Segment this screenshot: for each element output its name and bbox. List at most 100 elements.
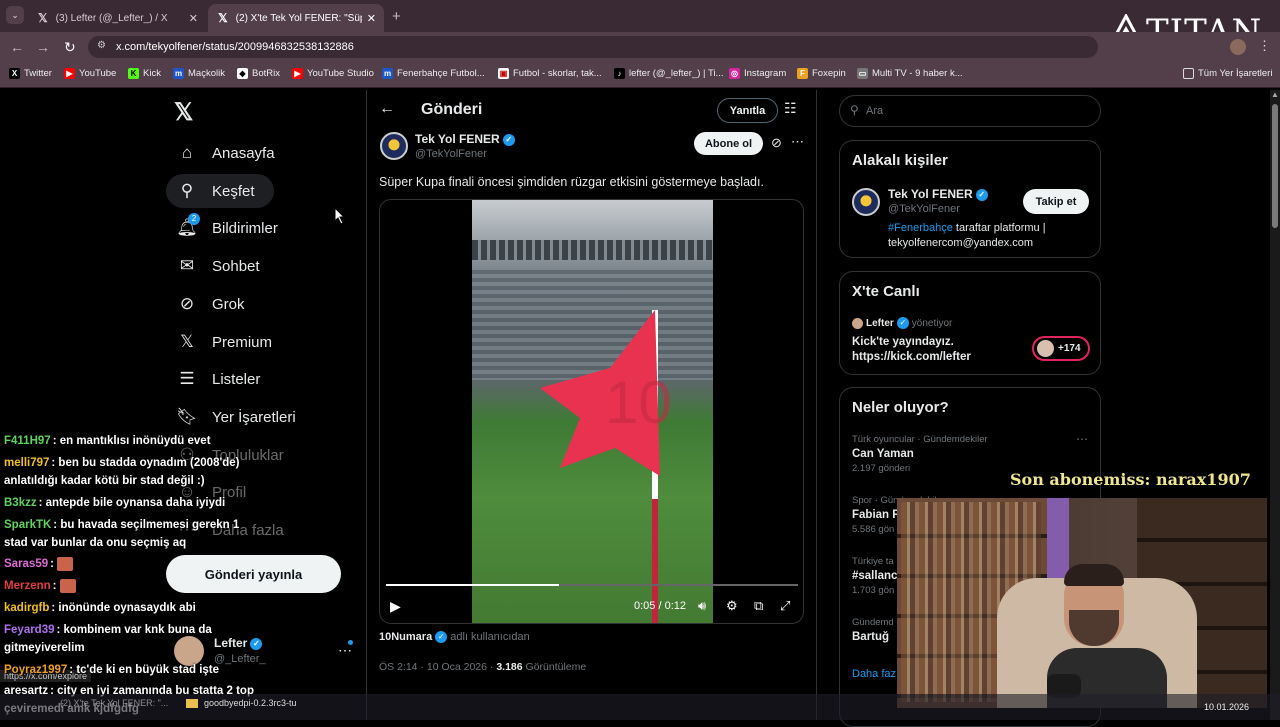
new-tab-button[interactable]: + bbox=[392, 8, 401, 25]
all-bookmarks-folder[interactable]: Tüm Yer İşaretleri bbox=[1183, 68, 1272, 79]
bookmark-foxepin[interactable]: F Foxepin bbox=[797, 68, 846, 79]
nav-label: Grok bbox=[212, 295, 245, 313]
webcam-feed bbox=[897, 498, 1267, 708]
trend-item[interactable]: Gündemd Bartuğ bbox=[852, 617, 894, 643]
instagram-icon: ◎ bbox=[729, 68, 740, 79]
bookmark-futbol-skorlar[interactable]: ▣ Futbol - skorlar, tak... bbox=[498, 68, 602, 79]
bookmark-instagram[interactable]: ◎ Instagram bbox=[729, 68, 786, 79]
home-icon: ⌂ bbox=[181, 143, 193, 162]
credit-user[interactable]: 10Numara bbox=[379, 631, 432, 643]
show-more-link[interactable]: Daha faz bbox=[852, 668, 896, 680]
nav-premium[interactable]: 𝕏 Premium bbox=[166, 325, 282, 359]
bookmark-label: Instagram bbox=[744, 68, 787, 79]
picture-in-picture-icon[interactable]: ⧉ bbox=[754, 598, 763, 614]
tab-lefter-profile[interactable]: 𝕏 (3) Lefter (@_Lefter_) / X ✕ bbox=[28, 4, 206, 32]
nav-label: Listeler bbox=[212, 370, 261, 388]
related-title: Alakalı kişiler bbox=[852, 152, 948, 169]
video-player[interactable]: 10 ▶ 0:05 / 0:12 🔊︎ ⚙ ⧉ ⤢ bbox=[379, 199, 804, 624]
tab-label: (3) Lefter (@_Lefter_) / X bbox=[55, 12, 168, 24]
menu-kebab-icon[interactable]: ⋮ bbox=[1258, 38, 1271, 54]
volume-icon[interactable]: 🔊︎ bbox=[698, 598, 706, 614]
close-icon[interactable]: ✕ bbox=[367, 12, 376, 25]
chat-message: Saras59: bbox=[4, 555, 254, 573]
chat-text: : bbox=[50, 558, 54, 570]
nav-lists[interactable]: ☰ Listeler bbox=[166, 362, 270, 396]
bookmark-label: YouTube bbox=[79, 68, 117, 79]
chat-message: F411H97: en mantıklısı inönüydü evet bbox=[4, 432, 254, 450]
nav-label: Bildirimler bbox=[212, 219, 278, 237]
follow-button[interactable]: Takip et bbox=[1023, 189, 1089, 214]
streamer-hair bbox=[1064, 564, 1124, 586]
chat-message: Merzenn: bbox=[4, 577, 254, 595]
search-icon: ⚲ bbox=[180, 181, 194, 200]
related-people-card: Alakalı kişiler Tek Yol FENER ✓ @TekYolFe… bbox=[839, 140, 1101, 258]
bookmark-fenerbahce[interactable]: m Fenerbahçe Futbol... bbox=[382, 68, 485, 79]
grok-explain-icon[interactable]: ⊘ bbox=[771, 135, 782, 151]
scroll-up-icon[interactable]: ▲ bbox=[1271, 90, 1279, 99]
related-name[interactable]: Tek Yol FENER ✓ bbox=[888, 187, 988, 201]
tab-search-button[interactable]: ⌄ bbox=[6, 6, 24, 24]
bookmark-kick[interactable]: K Kick bbox=[128, 68, 161, 79]
live-listeners-pill[interactable]: +174 bbox=[1032, 336, 1090, 361]
scrollbar-thumb[interactable] bbox=[1272, 104, 1278, 228]
play-icon[interactable]: ▶ bbox=[390, 598, 401, 615]
trend-item[interactable]: Türk oyuncular · Gündemdekiler Can Yaman… bbox=[852, 432, 1092, 474]
fenerbahce-icon: m bbox=[382, 68, 393, 79]
trend-item[interactable]: Türkiye ta #sallanc 1.703 gön bbox=[852, 556, 897, 596]
author-avatar[interactable] bbox=[380, 132, 408, 160]
taskbar-item-browser[interactable]: (2) X'te Tek Yol FENER: "... bbox=[60, 698, 168, 708]
bookmark-youtube[interactable]: ▶ YouTube bbox=[64, 68, 116, 79]
nav-home[interactable]: ⌂ Anasayfa bbox=[166, 136, 285, 170]
youtube-studio-icon: ▶ bbox=[292, 68, 303, 79]
bio-hashtag[interactable]: #Fenerbahçe bbox=[888, 222, 953, 234]
related-avatar[interactable] bbox=[852, 188, 880, 216]
bookmark-label: BotRix bbox=[252, 68, 280, 79]
nav-grok[interactable]: ⊘ Grok bbox=[166, 287, 255, 321]
bookmark-twitter[interactable]: X Twitter bbox=[9, 68, 52, 79]
close-icon[interactable]: ✕ bbox=[189, 12, 198, 25]
chat-text: : bbox=[52, 580, 57, 592]
multitv-icon: ▭ bbox=[857, 68, 868, 79]
address-bar[interactable]: ⚙ x.com/tekyolfener/status/2009946832538… bbox=[88, 36, 1098, 58]
author-name[interactable]: Tek Yol FENER ✓ bbox=[415, 132, 515, 146]
x-home-logo[interactable]: 𝕏 bbox=[174, 98, 193, 127]
chat-nick: SparkTK bbox=[4, 519, 52, 531]
taskbar-item-folder[interactable]: goodbyedpi-0.2.3rc3-tu bbox=[186, 698, 297, 708]
forward-arrow-icon[interactable]: → bbox=[36, 39, 50, 55]
listener-avatar bbox=[1037, 340, 1054, 357]
back-arrow-icon[interactable]: ← bbox=[10, 39, 24, 55]
bookmark-youtube-studio[interactable]: ▶ YouTube Studio bbox=[292, 68, 374, 79]
more-dots-icon[interactable]: ⋯ bbox=[1076, 432, 1088, 446]
more-dots-icon[interactable]: ⋯ bbox=[791, 134, 804, 150]
tab-tekyolfener-post[interactable]: 𝕏 (2) X'te Tek Yol FENER: "Süper K ✕ bbox=[208, 4, 384, 32]
author-handle[interactable]: @TekYolFener bbox=[415, 148, 487, 160]
post-timestamp[interactable]: ÖS 2:14 · 10 Oca 2026 · bbox=[379, 661, 493, 673]
bookmark-tiktok[interactable]: ♪ lefter (@_lefter_) | Ti... bbox=[614, 68, 723, 79]
live-host[interactable]: Lefter ✓ yönetiyor bbox=[852, 317, 952, 329]
live-text[interactable]: Kick'te yayındayız. https://kick.com/lef… bbox=[852, 335, 971, 365]
bookmark-botrix[interactable]: ◆ BotRix bbox=[237, 68, 280, 79]
search-input[interactable]: ⚲ Ara bbox=[839, 95, 1101, 127]
bookmark-label: Maçkolik bbox=[188, 68, 225, 79]
filter-settings-icon[interactable]: ☷ bbox=[784, 100, 797, 117]
chat-message: B3kzz: antepde bile oynansa daha iyiydi bbox=[4, 494, 254, 512]
subscribe-button[interactable]: Abone ol bbox=[694, 132, 763, 155]
mackolik-icon: m bbox=[173, 68, 184, 79]
nav-explore[interactable]: ⚲ Keşfet bbox=[166, 174, 274, 208]
bookmark-label: lefter (@_lefter_) | Ti... bbox=[629, 68, 724, 79]
profile-avatar[interactable] bbox=[1230, 39, 1246, 55]
bookmark-mackolik[interactable]: m Maçkolik bbox=[173, 68, 225, 79]
reply-button[interactable]: Yanıtla bbox=[717, 98, 778, 123]
nav-chat[interactable]: ✉ Sohbet bbox=[166, 249, 270, 283]
site-settings-icon[interactable]: ⚙ bbox=[97, 40, 106, 51]
nav-bookmarks[interactable]: 🔖︎ Yer İşaretleri bbox=[166, 400, 306, 434]
settings-gear-icon[interactable]: ⚙ bbox=[726, 598, 738, 614]
bookmark-multi-tv[interactable]: ▭ Multi TV - 9 haber k... bbox=[857, 68, 963, 79]
page-scrollbar[interactable]: ▲ bbox=[1270, 90, 1280, 720]
reload-icon[interactable]: ↻ bbox=[64, 39, 76, 56]
host-avatar bbox=[852, 317, 863, 329]
fullscreen-icon[interactable]: ⤢ bbox=[780, 598, 790, 614]
video-progress-track[interactable] bbox=[386, 584, 798, 586]
back-arrow-icon[interactable]: ← bbox=[379, 100, 395, 118]
nav-notifications[interactable]: 🔔︎ 2 Bildirimler bbox=[166, 211, 288, 245]
